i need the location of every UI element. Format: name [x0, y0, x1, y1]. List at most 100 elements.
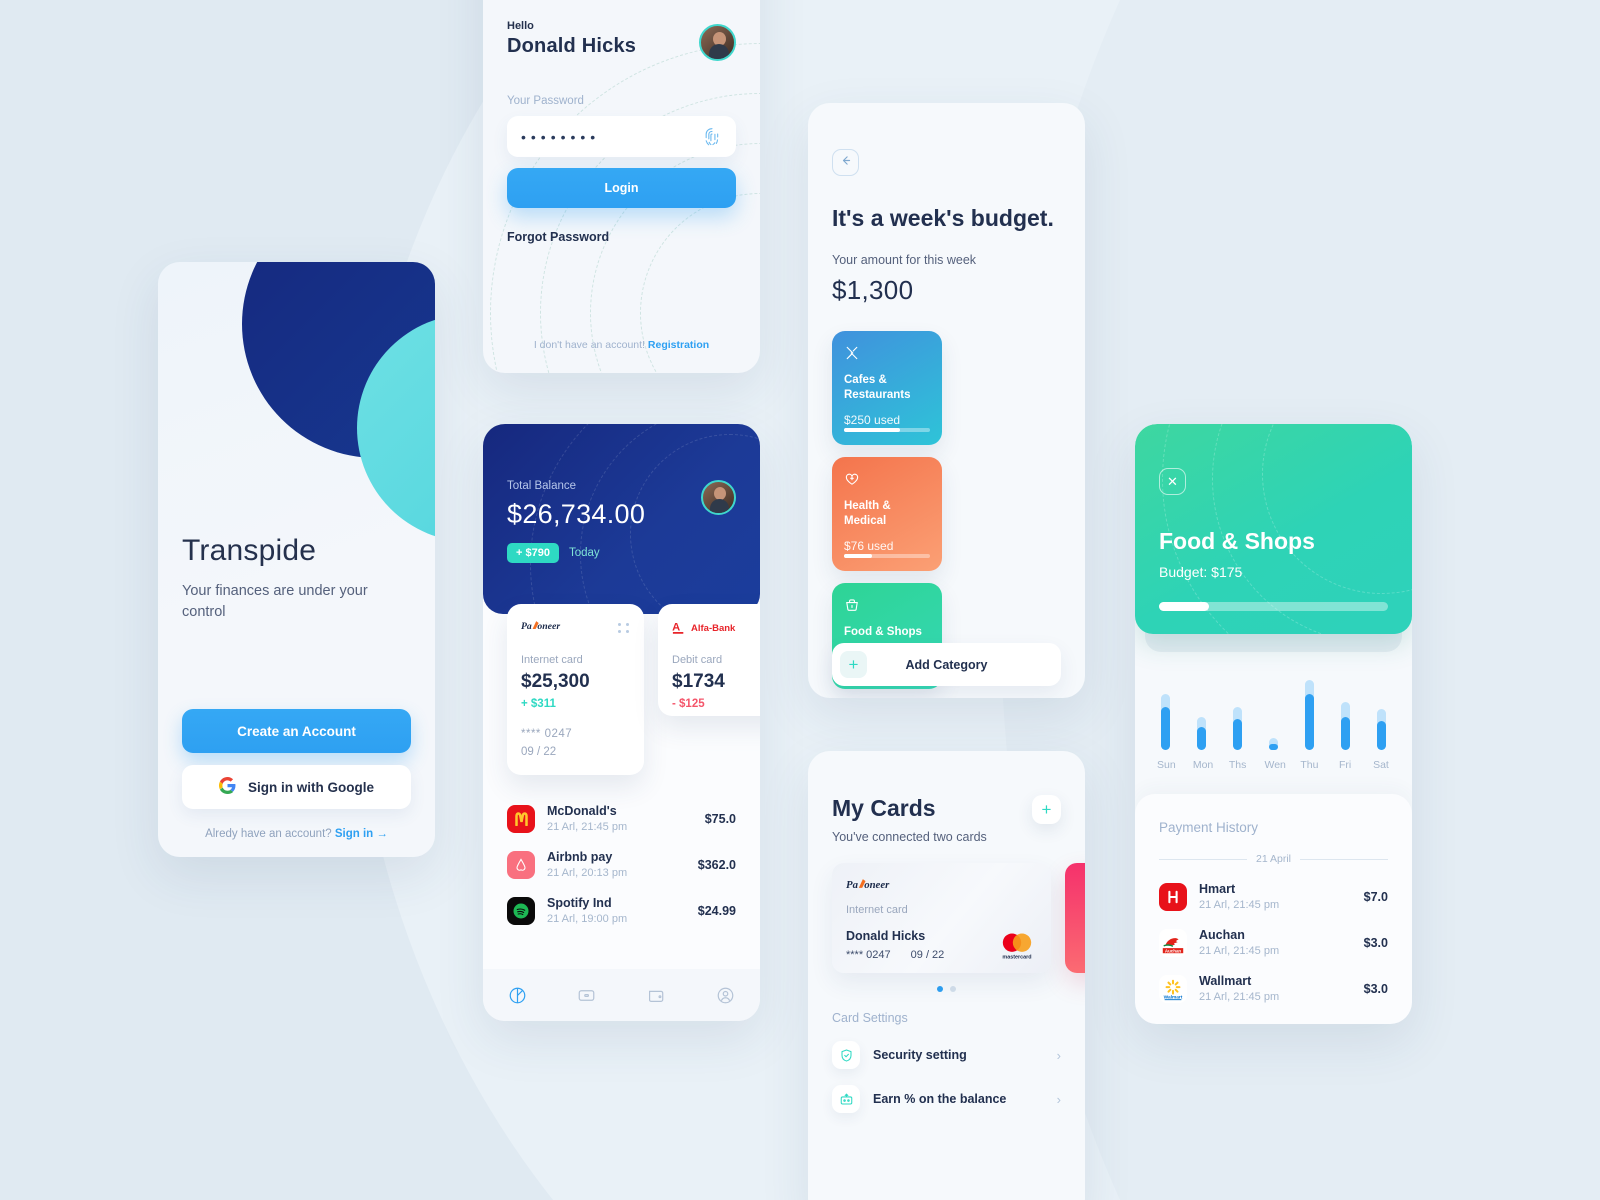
transaction-amount: $362.0: [697, 857, 736, 872]
table-row[interactable]: Spotify Ind 21 Arl, 19:00 pm $24.99: [507, 896, 736, 925]
payment-date: 21 Arl, 21:45 pm: [1199, 945, 1280, 957]
category-progress-bar: [844, 554, 930, 559]
basket-icon: [844, 596, 930, 614]
category-card-cafes[interactable]: Cafes & Restaurants $250 used: [832, 331, 942, 446]
add-category-button[interactable]: + Add Category: [832, 643, 1061, 686]
card-type: Internet card: [846, 904, 908, 916]
setting-label: Earn % on the balance: [873, 1092, 1007, 1106]
transaction-info: Airbnb pay 21 Arl, 20:13 pm: [547, 850, 698, 879]
password-field[interactable]: ••••••••: [507, 116, 736, 157]
food-hero: ✕ Food & Shops Budget: $175: [1135, 424, 1412, 634]
fingerprint-icon[interactable]: [702, 126, 722, 148]
payment-amount: $3.0: [1363, 981, 1388, 996]
transaction-name: McDonald's: [547, 804, 617, 818]
screen-budget: It's a week's budget. Your amount for th…: [808, 103, 1085, 698]
payment-history-panel: Payment History 21 April Hmart 21 Arl, 2…: [1135, 794, 1412, 1024]
app-title: Transpide: [182, 534, 317, 567]
svg-text:Pa: Pa: [846, 879, 859, 891]
chart-col-sun: [1161, 672, 1170, 750]
my-cards-content: My Cards You've connected two cards + Pa…: [808, 751, 1085, 1113]
transaction-amount: $24.99: [697, 903, 736, 918]
card-next-preview[interactable]: [1065, 863, 1085, 973]
weekly-spending-chart: Sun Mon Ths Wen Thu Fri Sat: [1155, 672, 1392, 772]
setting-row-earn[interactable]: Earn % on the balance ›: [832, 1085, 1061, 1113]
cards-carousel[interactable]: Pa oneer Internet card Donald Hicks ****…: [832, 863, 1085, 973]
setting-row-security[interactable]: Security setting ›: [832, 1041, 1061, 1069]
google-icon: [219, 777, 236, 797]
card-holder: Donald Hicks: [846, 929, 926, 943]
alfa-bank-logo: A Alfa-Bank: [672, 620, 735, 636]
chart-label: Wen: [1264, 759, 1286, 771]
back-button[interactable]: [832, 149, 859, 176]
category-card-health[interactable]: Health & Medical $76 used: [832, 457, 942, 572]
drag-handle-icon[interactable]: [618, 623, 630, 633]
payoneer-logo: Pa oneer: [846, 879, 908, 896]
transaction-amount: $75.0: [704, 811, 736, 826]
svg-text:Auchan: Auchan: [1165, 948, 1182, 953]
chart-col-fri: [1341, 672, 1350, 750]
balance-delta-row: + $790 Today: [507, 543, 736, 563]
sign-in-google-button[interactable]: Sign in with Google: [182, 765, 411, 809]
carousel-dots[interactable]: [832, 986, 1061, 992]
wallet-icon[interactable]: [647, 986, 666, 1005]
pie-chart-icon[interactable]: [508, 986, 527, 1005]
airbnb-logo: [507, 850, 535, 879]
bank-cards-row: Pa oneer Internet card $25,300 + $311 **…: [507, 604, 760, 775]
card-icon[interactable]: [577, 986, 596, 1005]
greeting-label: Hello: [507, 20, 534, 32]
history-date-divider: 21 April: [1159, 853, 1388, 865]
card-expiry: 09 / 22: [910, 949, 945, 961]
bank-card-delta: + $311: [521, 698, 556, 710]
transaction-name: Airbnb pay: [547, 850, 613, 864]
bank-card-delta: - $125: [672, 698, 705, 710]
bank-card-number: **** 0247: [521, 728, 573, 740]
shield-check-icon: [832, 1041, 860, 1069]
hmart-logo: [1159, 882, 1187, 911]
close-button[interactable]: ✕: [1159, 468, 1186, 495]
screen-food-and-shops: ✕ Food & Shops Budget: $175 Sun Mon Ths …: [1135, 424, 1412, 1024]
payment-name: Auchan: [1199, 928, 1245, 942]
close-icon: ✕: [1167, 473, 1178, 489]
password-input[interactable]: ••••••••: [521, 129, 702, 145]
avatar[interactable]: [701, 480, 736, 515]
cutlery-icon: [844, 344, 930, 362]
registration-link[interactable]: Registration: [648, 339, 709, 351]
category-used: $76 used: [844, 538, 894, 553]
chart-label: Mon: [1192, 759, 1214, 771]
card-meta: **** 0247 09 / 22: [846, 949, 944, 961]
onboarding-actions: Create an Account Sign in with Google Al…: [182, 709, 411, 840]
list-item[interactable]: Hmart 21 Arl, 21:45 pm $7.0: [1159, 882, 1388, 911]
svg-text:oneer: oneer: [537, 621, 560, 632]
budget-amount-value: $1,300: [832, 275, 914, 306]
my-cards-header: My Cards You've connected two cards +: [832, 795, 1061, 844]
screen-dashboard: Total Balance $26,734.00 + $790 Today Pa…: [483, 424, 760, 1021]
bank-card-alfa[interactable]: A Alfa-Bank Debit card $1734 - $125: [658, 604, 760, 716]
forgot-password-link[interactable]: Forgot Password: [507, 230, 736, 244]
list-item[interactable]: Walmart Wallmart 21 Arl, 21:45 pm $3.0: [1159, 974, 1388, 1003]
chart-label: Ths: [1228, 759, 1247, 771]
table-row[interactable]: McDonald's 21 Arl, 21:45 pm $75.0: [507, 804, 736, 833]
plus-icon: +: [1041, 799, 1052, 819]
sign-in-link[interactable]: Sign in: [335, 828, 373, 840]
list-item[interactable]: Auchan Auchan 21 Arl, 21:45 pm $3.0: [1159, 928, 1388, 957]
profile-icon[interactable]: [716, 986, 735, 1005]
login-button[interactable]: Login: [507, 168, 736, 208]
table-row[interactable]: Airbnb pay 21 Arl, 20:13 pm $362.0: [507, 850, 736, 879]
screen-my-cards: My Cards You've connected two cards + Pa…: [808, 751, 1085, 1200]
budget-amount-label: Your amount for this week: [832, 253, 977, 268]
bank-card-header: Pa oneer: [521, 619, 630, 637]
payment-history-title: Payment History: [1159, 820, 1259, 835]
payment-amount: $7.0: [1363, 889, 1388, 904]
avatar[interactable]: [699, 24, 736, 61]
create-account-button[interactable]: Create an Account: [182, 709, 411, 753]
page-title: Food & Shops: [1159, 528, 1315, 554]
add-card-button[interactable]: +: [1032, 795, 1061, 824]
bank-card-payoneer[interactable]: Pa oneer Internet card $25,300 + $311 **…: [507, 604, 644, 775]
budget-label: Budget: $175: [1159, 564, 1243, 580]
card-payoneer[interactable]: Pa oneer Internet card Donald Hicks ****…: [832, 863, 1051, 973]
chart-x-labels: Sun Mon Ths Wen Thu Fri Sat: [1155, 759, 1392, 771]
onboarding-artwork: [158, 262, 435, 562]
category-name: Food & Shops: [844, 626, 922, 639]
onboarding-footer: Alredy have an account? Sign in →: [182, 828, 411, 840]
app-tagline: Your finances are under your control: [182, 583, 368, 620]
